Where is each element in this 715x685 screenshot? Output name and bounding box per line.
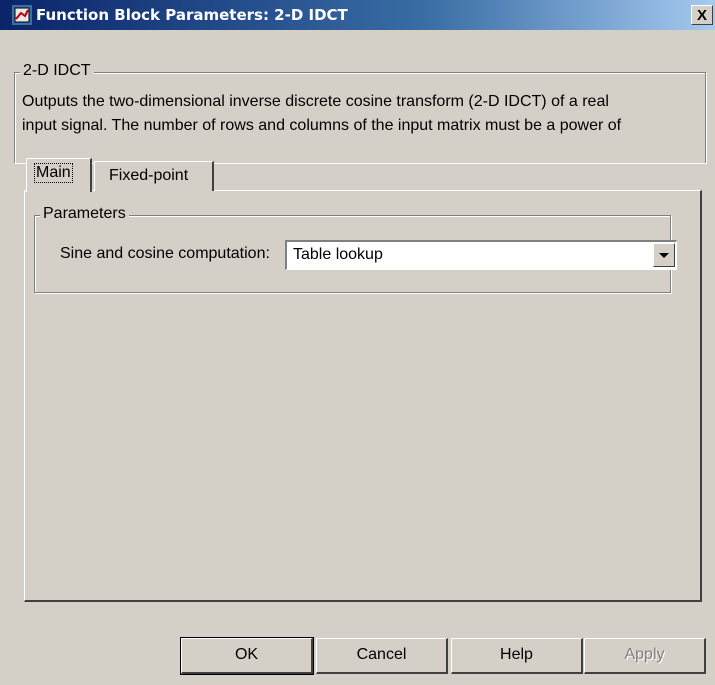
tab-main[interactable]: Main	[26, 158, 92, 192]
description-line-1: Outputs the two-dimensional inverse disc…	[22, 93, 609, 110]
chevron-down-icon	[659, 253, 669, 258]
dropdown-button[interactable]	[653, 243, 675, 267]
description-line-2: input signal. The number of rows and col…	[22, 117, 622, 134]
sine-cosine-value: Table lookup	[293, 246, 383, 263]
sine-cosine-select[interactable]: Table lookup	[285, 240, 677, 270]
cancel-button[interactable]: Cancel	[316, 638, 448, 674]
title-bar: Function Block Parameters: 2-D IDCT X	[0, 0, 715, 30]
sine-cosine-label: Sine and cosine computation:	[60, 245, 270, 262]
close-icon: X	[696, 7, 707, 24]
block-group-label: 2-D IDCT	[20, 62, 94, 80]
help-button[interactable]: Help	[451, 638, 583, 674]
close-button[interactable]: X	[691, 5, 713, 25]
window-title: Function Block Parameters: 2-D IDCT	[36, 6, 348, 24]
tab-fixed-point-label: Fixed-point	[109, 167, 189, 184]
ok-button[interactable]: OK	[180, 637, 314, 675]
simulink-block-icon	[12, 5, 32, 25]
apply-button[interactable]: Apply	[584, 638, 706, 674]
parameters-group-label: Parameters	[40, 205, 129, 223]
block-description: Outputs the two-dimensional inverse disc…	[22, 90, 702, 138]
tab-main-label: Main	[34, 163, 73, 183]
tab-fixed-point[interactable]: Fixed-point	[94, 161, 214, 191]
